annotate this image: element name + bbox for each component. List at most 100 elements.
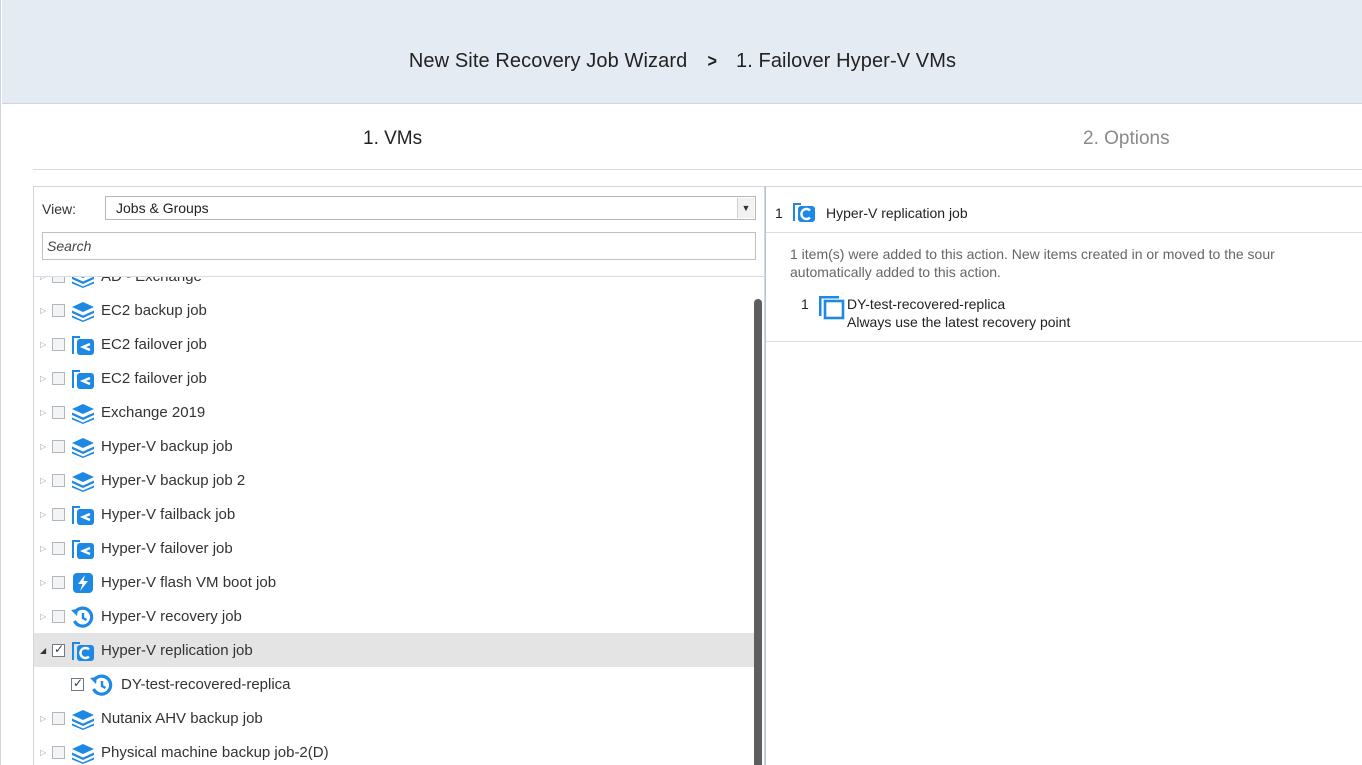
breadcrumb: New Site Recovery Job Wizard >1. Failover… bbox=[2, 50, 1362, 73]
tree-row-checkbox[interactable] bbox=[52, 576, 65, 589]
wizard-window: New Site Recovery Job Wizard >1. Failover… bbox=[0, 0, 1362, 765]
tree-scrollbar[interactable] bbox=[754, 299, 762, 765]
selected-vm-name: DY-test-recovered-replica bbox=[847, 296, 1006, 312]
backup-stack-icon bbox=[70, 300, 96, 322]
tree-row-label: Hyper-V failback job bbox=[101, 506, 236, 523]
vm-selection-panel: View: Jobs & Groups ▼ ▷ AD - Exchange ▷ EC2… bbox=[33, 186, 765, 765]
tree-row-checkbox[interactable] bbox=[52, 372, 65, 385]
step-options[interactable]: 2. Options bbox=[1083, 128, 1170, 150]
expand-toggle-icon[interactable]: ▷ bbox=[40, 277, 46, 281]
collapse-toggle-icon[interactable]: ◢ bbox=[40, 646, 46, 655]
recovery-icon bbox=[89, 674, 115, 696]
view-dropdown-value: Jobs & Groups bbox=[116, 200, 209, 216]
tree-row-label: Nutanix AHV backup job bbox=[101, 710, 263, 727]
backup-stack-icon bbox=[70, 436, 96, 458]
tree-row[interactable]: ▷ Hyper-V recovery job bbox=[34, 599, 754, 633]
backup-stack-icon bbox=[70, 470, 96, 492]
selected-job-count: 1 bbox=[775, 205, 783, 221]
tree-row-checkbox[interactable] bbox=[52, 610, 65, 623]
backup-stack-icon bbox=[70, 708, 96, 730]
expand-toggle-icon[interactable]: ▷ bbox=[40, 714, 46, 723]
auto-add-note-line-2: automatically added to this action. bbox=[790, 264, 1001, 280]
tree-row[interactable]: ▷ EC2 failover job bbox=[34, 327, 754, 361]
tree-row-checkbox[interactable] bbox=[52, 304, 65, 317]
view-dropdown[interactable]: Jobs & Groups ▼ bbox=[105, 196, 756, 220]
expand-toggle-icon[interactable]: ▷ bbox=[40, 748, 46, 757]
selected-job-header: 1 Hyper-V replication job bbox=[766, 187, 1362, 233]
tree-row-label: EC2 backup job bbox=[101, 302, 207, 319]
tree-row-label: EC2 failover job bbox=[101, 370, 207, 387]
selected-job-title: Hyper-V replication job bbox=[826, 205, 968, 221]
vm-icon bbox=[819, 296, 845, 320]
tree-row-checkbox[interactable] bbox=[52, 746, 65, 759]
recovery-point-setting: Always use the latest recovery point bbox=[847, 314, 1071, 330]
expand-toggle-icon[interactable]: ▷ bbox=[40, 544, 46, 553]
wizard-header: New Site Recovery Job Wizard >1. Failover… bbox=[2, 0, 1362, 104]
tree-row[interactable]: ▷ Exchange 2019 bbox=[34, 395, 754, 429]
backup-stack-icon bbox=[70, 402, 96, 424]
search-input[interactable] bbox=[42, 232, 756, 260]
expand-toggle-icon[interactable]: ▷ bbox=[40, 476, 46, 485]
tree-row[interactable]: ▷ EC2 failover job bbox=[34, 361, 754, 395]
tree-row-checkbox[interactable] bbox=[52, 542, 65, 555]
failover-icon bbox=[70, 334, 96, 356]
tree-row-label: Hyper-V backup job 2 bbox=[101, 472, 246, 489]
wizard-steps: 1. VMs 2. Options bbox=[33, 104, 1362, 170]
expand-toggle-icon[interactable]: ▷ bbox=[40, 374, 46, 383]
tree-row-checkbox[interactable] bbox=[52, 474, 65, 487]
tree-row[interactable]: ▷ Hyper-V flash VM boot job bbox=[34, 565, 754, 599]
auto-add-note-line-1: 1 item(s) were added to this action. New… bbox=[790, 246, 1275, 262]
view-label: View: bbox=[42, 201, 76, 217]
tree-row-label: Hyper-V flash VM boot job bbox=[101, 574, 277, 591]
failover-icon bbox=[70, 368, 96, 390]
tree-row-label: Exchange 2019 bbox=[101, 404, 206, 421]
tree-row-checkbox[interactable] bbox=[52, 338, 65, 351]
expand-toggle-icon[interactable]: ▷ bbox=[40, 340, 46, 349]
tree-row-checkbox[interactable] bbox=[52, 406, 65, 419]
tree-row[interactable]: ▷ Hyper-V backup job bbox=[34, 429, 754, 463]
tree-row-label: Hyper-V backup job bbox=[101, 438, 233, 455]
selected-vm-count: 1 bbox=[801, 296, 809, 312]
auto-add-note: 1 item(s) were added to this action. New… bbox=[790, 245, 1362, 281]
tree-row-label: Hyper-V failover job bbox=[101, 540, 233, 557]
view-row: View: Jobs & Groups ▼ bbox=[34, 195, 764, 221]
tree-row-checkbox[interactable] bbox=[71, 676, 84, 691]
tree-row-checkbox[interactable] bbox=[52, 440, 65, 453]
tree-row-checkbox[interactable] bbox=[52, 508, 65, 521]
tree-row-label: Hyper-V replication job bbox=[101, 642, 253, 659]
expand-toggle-icon[interactable]: ▷ bbox=[40, 510, 46, 519]
replication-icon bbox=[70, 640, 96, 662]
tree-row[interactable]: ◢ Hyper-V replication job bbox=[34, 633, 754, 667]
expand-toggle-icon[interactable]: ▷ bbox=[40, 442, 46, 451]
wizard-title: New Site Recovery Job Wizard bbox=[408, 50, 688, 72]
tree-row[interactable]: ▷ AD - Exchange bbox=[34, 276, 754, 293]
tree-row[interactable]: ▷ Hyper-V failover job bbox=[34, 531, 754, 565]
tree-row[interactable]: ▷ Nutanix AHV backup job bbox=[34, 701, 754, 735]
tree-child-item[interactable]: DY-test-recovered-replica bbox=[34, 667, 754, 701]
backup-stack-icon bbox=[70, 742, 96, 764]
selected-items-panel: 1 Hyper-V replication job 1 item(s) were… bbox=[765, 186, 1362, 765]
expand-toggle-icon[interactable]: ▷ bbox=[40, 408, 46, 417]
failover-icon bbox=[70, 504, 96, 526]
tree-row-label: AD - Exchange bbox=[101, 276, 202, 285]
expand-toggle-icon[interactable]: ▷ bbox=[40, 306, 46, 315]
tree-row-checkbox[interactable] bbox=[52, 277, 65, 283]
breadcrumb-separator: > bbox=[707, 51, 718, 71]
expand-toggle-icon[interactable]: ▷ bbox=[40, 612, 46, 621]
tree-row[interactable]: ▷ Hyper-V failback job bbox=[34, 497, 754, 531]
tree-row-checkbox[interactable] bbox=[52, 712, 65, 725]
selected-vm-item[interactable]: 1 DY-test-recovered-replica Always use t… bbox=[766, 292, 1362, 342]
tree-row[interactable]: ▷ EC2 backup job bbox=[34, 293, 754, 327]
step-vms[interactable]: 1. VMs bbox=[363, 128, 422, 150]
replication-icon bbox=[793, 203, 815, 222]
backup-stack-icon bbox=[70, 277, 96, 288]
tree-row-checkbox[interactable] bbox=[52, 642, 65, 657]
chevron-down-icon[interactable]: ▼ bbox=[737, 198, 754, 218]
failover-icon bbox=[70, 538, 96, 560]
tree-row[interactable]: ▷ Hyper-V backup job 2 bbox=[34, 463, 754, 497]
jobs-tree: ▷ AD - Exchange ▷ EC2 backup job ▷ EC2 failov… bbox=[34, 276, 764, 765]
expand-toggle-icon[interactable]: ▷ bbox=[40, 578, 46, 587]
tree-row-label: EC2 failover job bbox=[101, 336, 207, 353]
tree-row[interactable]: ▷ Physical machine backup job-2(D) bbox=[34, 735, 754, 765]
recovery-icon bbox=[70, 606, 96, 628]
